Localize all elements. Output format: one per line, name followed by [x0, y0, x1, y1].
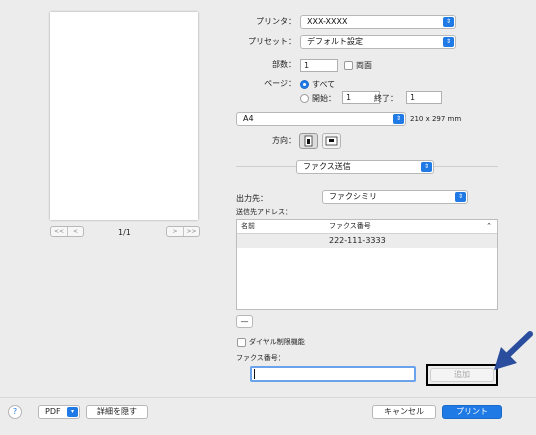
pdf-menu-button[interactable]: PDF ▾ — [38, 405, 80, 419]
pdf-label: PDF — [45, 407, 61, 416]
help-button[interactable]: ? — [8, 405, 22, 419]
output-label: 出力先： — [236, 194, 268, 203]
row-fax: 222-111-3333 — [329, 236, 386, 245]
annotation-arrow-icon — [494, 331, 533, 370]
copies-label: 部数： — [272, 60, 296, 69]
preset-value: デフォルト設定 — [307, 37, 363, 46]
column-header-name[interactable]: 名前 — [241, 220, 255, 233]
sort-caret-icon[interactable]: ⌃ — [486, 220, 492, 233]
print-dialog: << < 1/1 > >> プリンタ： XXX-XXXX ⇕ プリセット： デフ… — [0, 0, 536, 435]
column-header-fax[interactable]: ファクス番号 — [329, 220, 371, 233]
hide-details-button[interactable]: 詳細を隠す — [86, 405, 148, 419]
preset-popup[interactable]: デフォルト設定 ⇕ — [300, 35, 456, 49]
landscape-icon — [325, 136, 338, 146]
preview-nav-prev[interactable]: << < — [50, 226, 84, 237]
preset-label: プリセット： — [248, 37, 296, 46]
chevron-updown-icon: ⇕ — [455, 192, 466, 202]
dial-restriction-label: ダイヤル制限機能 — [249, 338, 305, 346]
paper-size-popup[interactable]: A4 ⇕ — [236, 112, 406, 126]
section-popup[interactable]: ファクス送信 ⇕ — [296, 160, 434, 174]
landscape-orientation-button[interactable] — [322, 133, 341, 149]
text-cursor — [254, 369, 255, 379]
fax-number-label: ファクス番号： — [236, 354, 285, 362]
remove-destination-button[interactable]: — — [236, 315, 253, 328]
portrait-orientation-button[interactable] — [299, 133, 318, 149]
section-popup-value: ファクス送信 — [303, 162, 351, 171]
paper-dimensions: 210 x 297 mm — [410, 115, 462, 123]
pages-to-field[interactable]: 1 — [406, 91, 442, 104]
pages-all-label: すべて — [312, 80, 336, 89]
chevron-updown-icon: ⇕ — [393, 114, 404, 124]
copies-field[interactable]: 1 — [300, 59, 338, 72]
printer-popup[interactable]: XXX-XXXX ⇕ — [300, 15, 456, 29]
pages-to-label: 終了： — [374, 94, 398, 103]
page-indicator: 1/1 — [118, 228, 131, 237]
fax-number-field[interactable] — [250, 366, 416, 382]
pages-from-label: 開始： — [312, 94, 336, 103]
pages-all-radio[interactable] — [300, 80, 309, 89]
prev-page-button[interactable]: < — [67, 227, 83, 236]
print-button[interactable]: プリント — [442, 405, 502, 419]
orientation-label: 方向： — [272, 136, 296, 145]
duplex-label: 両面 — [356, 61, 372, 70]
chevron-updown-icon: ⇕ — [443, 17, 454, 27]
chevron-down-icon: ▾ — [67, 407, 78, 417]
destination-table[interactable]: 名前 ファクス番号 ⌃ 222-111-3333 — [236, 219, 498, 310]
paper-size-value: A4 — [243, 114, 254, 123]
portrait-icon — [304, 135, 313, 147]
pages-label: ページ： — [264, 79, 296, 88]
output-popup[interactable]: ファクシミリ ⇕ — [322, 190, 468, 204]
page-preview — [50, 12, 198, 220]
chevron-updown-icon: ⇕ — [443, 37, 454, 47]
last-page-button[interactable]: >> — [183, 227, 199, 236]
pages-range-radio[interactable] — [300, 94, 309, 103]
first-page-button[interactable]: << — [51, 227, 67, 236]
next-page-button[interactable]: > — [167, 227, 183, 236]
add-button[interactable]: 追加 — [430, 368, 494, 382]
chevron-updown-icon: ⇕ — [421, 162, 432, 172]
duplex-checkbox[interactable] — [344, 61, 353, 70]
footer-divider — [0, 397, 536, 398]
table-header: 名前 ファクス番号 ⌃ — [237, 220, 497, 234]
preview-nav-next[interactable]: > >> — [166, 226, 200, 237]
output-value: ファクシミリ — [329, 192, 377, 201]
printer-label: プリンタ： — [256, 17, 296, 26]
dial-restriction-checkbox[interactable] — [237, 338, 246, 347]
printer-value: XXX-XXXX — [307, 17, 348, 26]
cancel-button[interactable]: キャンセル — [372, 405, 436, 419]
destination-label: 送信先アドレス： — [236, 208, 292, 216]
table-row[interactable]: 222-111-3333 — [237, 234, 497, 248]
